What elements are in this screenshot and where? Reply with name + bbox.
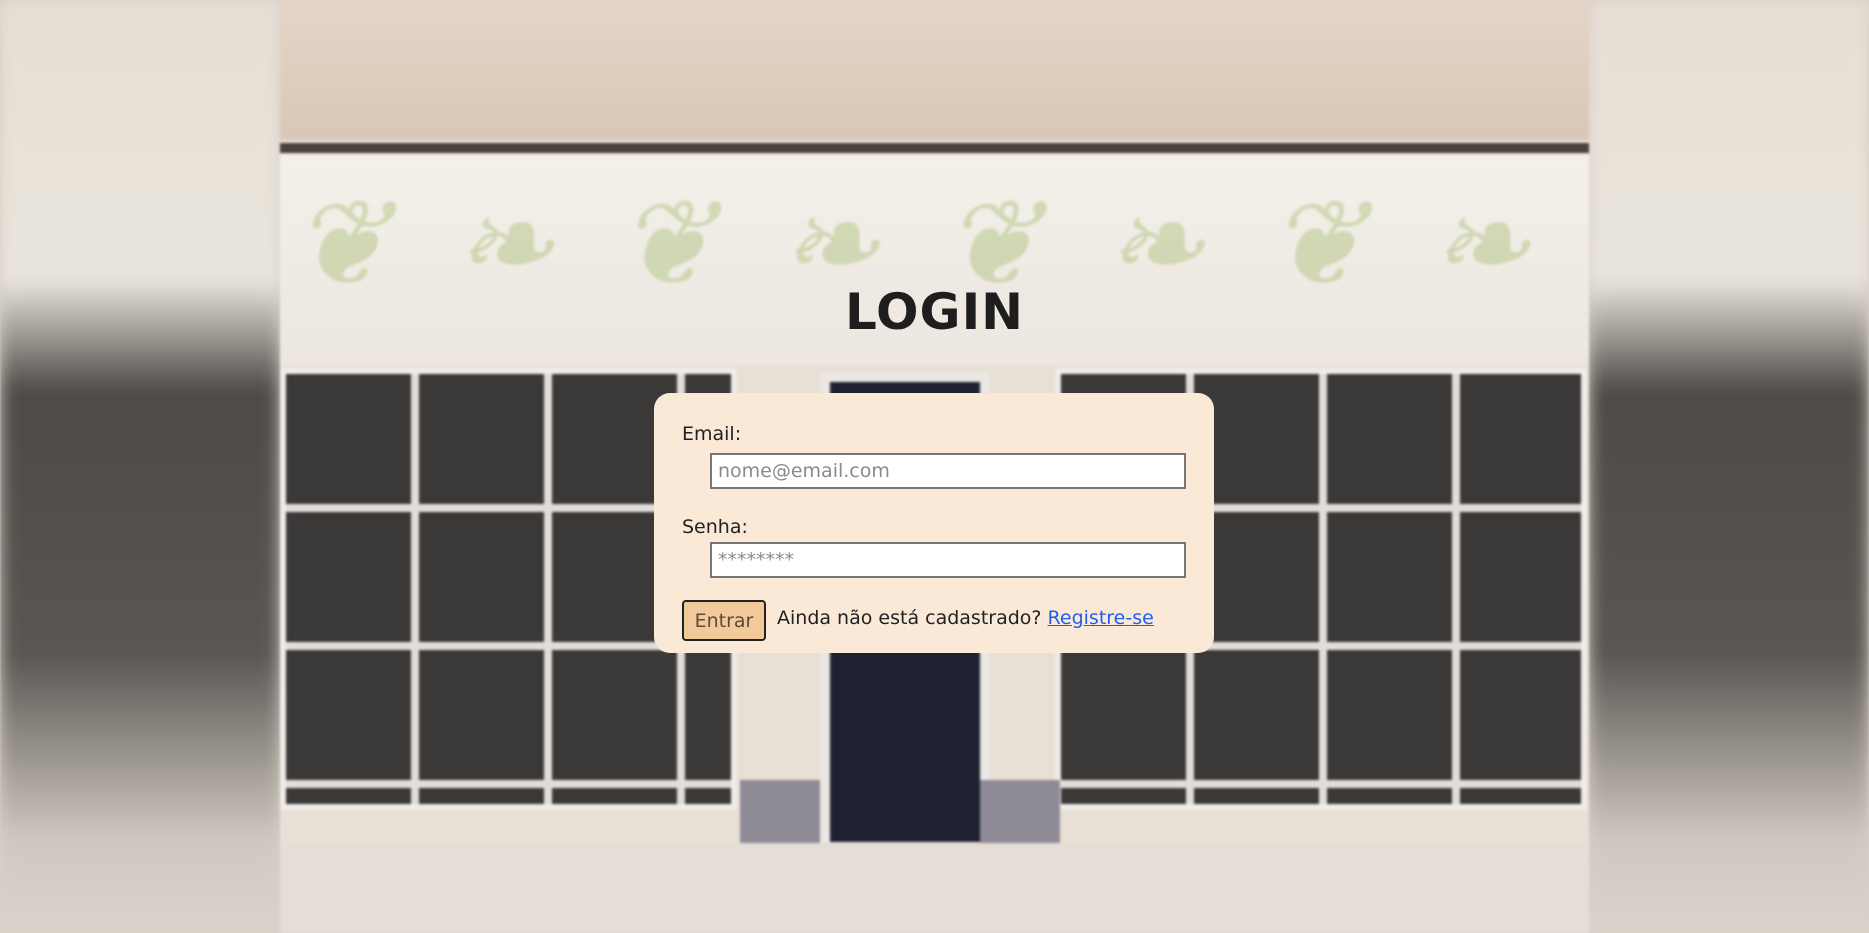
email-label: Email: bbox=[682, 423, 742, 445]
login-button[interactable]: Entrar bbox=[682, 600, 766, 641]
email-input[interactable] bbox=[710, 453, 1186, 489]
password-label: Senha: bbox=[682, 516, 748, 538]
background-side-right bbox=[1589, 0, 1869, 933]
password-input[interactable] bbox=[710, 542, 1186, 578]
register-hint: Ainda não está cadastrado? Registre-se bbox=[777, 607, 1154, 629]
login-card: Email: Senha: Entrar Ainda não está cada… bbox=[654, 393, 1214, 653]
page-title: LOGIN bbox=[844, 283, 1025, 341]
register-prompt: Ainda não está cadastrado? bbox=[777, 607, 1042, 629]
register-link[interactable]: Registre-se bbox=[1048, 607, 1154, 629]
background-side-left bbox=[0, 0, 280, 933]
